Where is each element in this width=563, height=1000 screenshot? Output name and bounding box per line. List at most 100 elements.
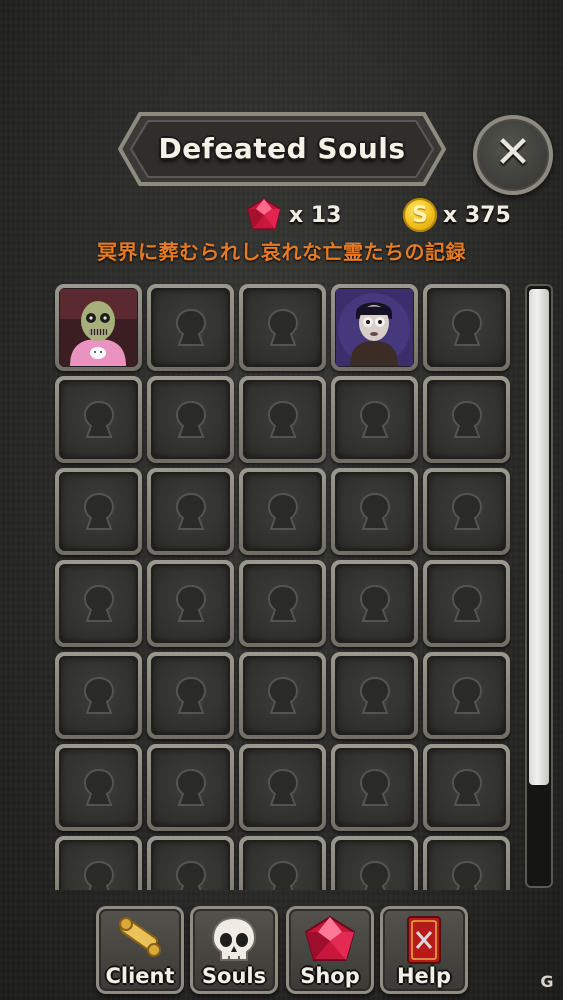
keyhole-lock-icon	[77, 397, 121, 443]
soul-slot-locked[interactable]	[331, 376, 418, 463]
souls-grid-viewport	[52, 282, 515, 890]
nav-help-button[interactable]: Help	[380, 906, 468, 994]
coin-counter: S x 375	[403, 197, 511, 233]
soul-slot-locked[interactable]	[423, 376, 510, 463]
slot-frame	[335, 564, 414, 643]
soul-slot-locked[interactable]	[423, 836, 510, 890]
slot-frame	[151, 472, 230, 551]
ruby-gem-icon	[304, 915, 356, 961]
keyhole-lock-icon	[353, 397, 397, 443]
soul-slot-locked[interactable]	[239, 376, 326, 463]
soul-slot-locked[interactable]	[239, 744, 326, 831]
soul-slot-locked[interactable]	[147, 284, 234, 371]
nav-souls-label: Souls	[201, 964, 267, 988]
title-banner: Defeated Souls	[118, 110, 446, 188]
keyhole-lock-icon	[169, 305, 213, 351]
soul-slot-locked[interactable]	[423, 744, 510, 831]
keyhole-lock-icon	[261, 581, 305, 627]
soul-slot-locked[interactable]	[147, 376, 234, 463]
soul-slot-locked[interactable]	[331, 468, 418, 555]
keyhole-lock-icon	[169, 765, 213, 811]
keyhole-lock-icon	[261, 489, 305, 535]
ruby-gem-icon	[247, 198, 281, 230]
soul-slot-locked[interactable]	[331, 652, 418, 739]
nav-client-label: Client	[105, 964, 175, 988]
zombie-portrait-icon	[60, 289, 137, 366]
soul-slot-locked[interactable]	[239, 560, 326, 647]
soul-slot-locked[interactable]	[239, 836, 326, 890]
nav-shop-button[interactable]: Shop	[286, 906, 374, 994]
slot-frame	[243, 564, 322, 643]
keyhole-lock-icon	[261, 397, 305, 443]
keyhole-lock-icon	[445, 765, 489, 811]
keyhole-lock-icon	[77, 581, 121, 627]
soul-slot-locked[interactable]	[331, 744, 418, 831]
soul-slot-locked[interactable]	[55, 836, 142, 890]
soul-slot-locked[interactable]	[55, 744, 142, 831]
slot-frame	[243, 380, 322, 459]
slot-frame	[335, 472, 414, 551]
scrollbar-thumb[interactable]	[529, 289, 549, 785]
soul-slot-locked[interactable]	[147, 468, 234, 555]
keyhole-lock-icon	[445, 581, 489, 627]
watermark-icon: G	[540, 972, 554, 991]
keyhole-lock-icon	[169, 857, 213, 890]
soul-slot-locked[interactable]	[55, 652, 142, 739]
slot-frame	[59, 564, 138, 643]
soul-slot-locked[interactable]	[147, 744, 234, 831]
gem-count-label: x 13	[289, 202, 342, 228]
soul-slot-locked[interactable]	[147, 652, 234, 739]
subtitle: 冥界に葬むられし哀れな亡霊たちの記録	[97, 240, 466, 264]
slot-frame	[427, 288, 506, 367]
soul-slot-locked[interactable]	[147, 560, 234, 647]
slot-frame	[427, 380, 506, 459]
slot-frame	[59, 380, 138, 459]
soul-slot-unlocked[interactable]	[331, 284, 418, 371]
keyhole-lock-icon	[77, 489, 121, 535]
soul-slot-locked[interactable]	[239, 284, 326, 371]
soul-slot-locked[interactable]	[55, 376, 142, 463]
slot-frame	[427, 748, 506, 827]
soul-slot-locked[interactable]	[55, 560, 142, 647]
keyhole-lock-icon	[77, 765, 121, 811]
slot-frame	[243, 656, 322, 735]
soul-slot-locked[interactable]	[239, 652, 326, 739]
soul-slot-locked[interactable]	[423, 560, 510, 647]
soul-slot-locked[interactable]	[423, 284, 510, 371]
slot-frame	[59, 472, 138, 551]
close-button[interactable]: ✕	[473, 115, 553, 195]
soul-slot-locked[interactable]	[55, 468, 142, 555]
keyhole-lock-icon	[261, 305, 305, 351]
soul-slot-unlocked[interactable]	[55, 284, 142, 371]
soul-slot-locked[interactable]	[331, 836, 418, 890]
gem-counter: x 13	[245, 197, 341, 233]
slot-frame	[151, 748, 230, 827]
nav-client-button[interactable]: Client	[96, 906, 184, 994]
soul-slot-locked[interactable]	[331, 560, 418, 647]
keyhole-lock-icon	[169, 673, 213, 719]
soul-slot-locked[interactable]	[147, 836, 234, 890]
keyhole-lock-icon	[353, 765, 397, 811]
soul-slot-locked[interactable]	[239, 468, 326, 555]
slot-frame	[335, 288, 414, 367]
nav-souls-button[interactable]: Souls	[190, 906, 278, 994]
slot-frame	[243, 748, 322, 827]
slot-frame	[243, 840, 322, 890]
slot-frame	[59, 748, 138, 827]
skull-icon	[211, 916, 257, 961]
help-card-icon	[407, 916, 441, 964]
slot-frame	[59, 288, 138, 367]
keyhole-lock-icon	[445, 489, 489, 535]
soul-slot-locked[interactable]	[423, 468, 510, 555]
nav-shop-label: Shop	[300, 964, 360, 988]
keyhole-lock-icon	[353, 581, 397, 627]
scrollbar-track[interactable]	[525, 284, 553, 888]
slot-frame	[59, 840, 138, 890]
slot-frame	[335, 840, 414, 890]
soul-slot-locked[interactable]	[423, 652, 510, 739]
slot-frame	[151, 656, 230, 735]
keyhole-lock-icon	[445, 857, 489, 890]
nav-help-label: Help	[396, 964, 452, 988]
souls-grid	[52, 282, 515, 890]
keyhole-lock-icon	[353, 673, 397, 719]
